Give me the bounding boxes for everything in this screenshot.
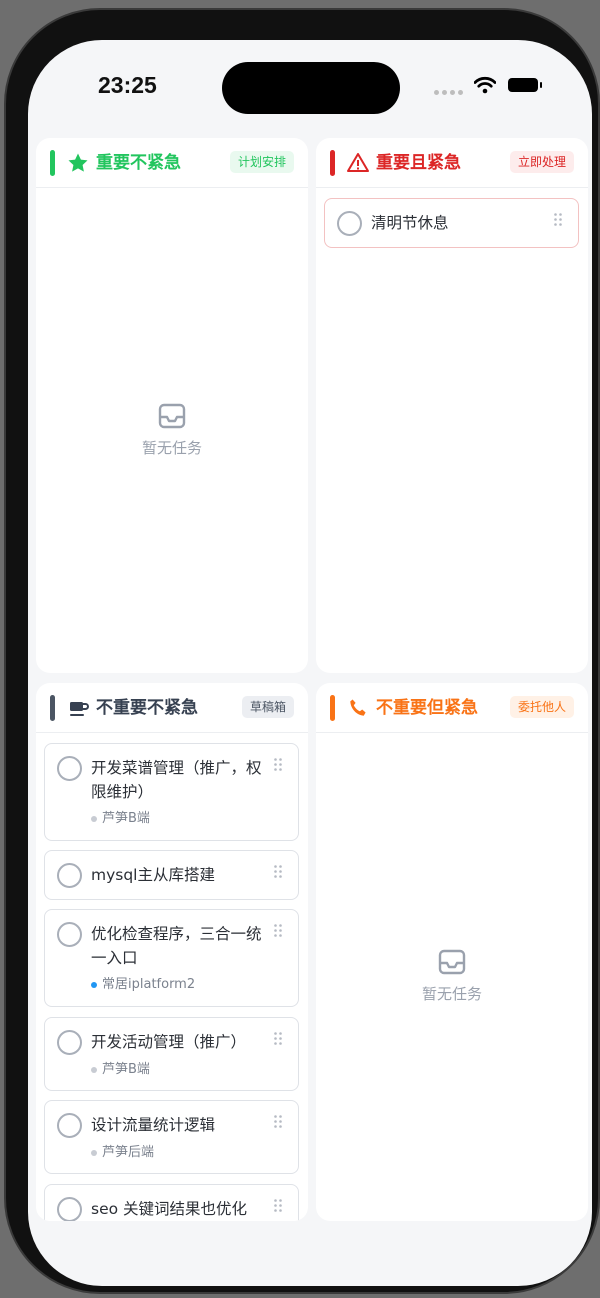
dynamic-island xyxy=(222,62,400,114)
task-card[interactable]: 开发活动管理（推广） 芦笋B端 xyxy=(44,1017,299,1091)
drag-handle-icon[interactable] xyxy=(274,924,282,937)
inbox-icon xyxy=(438,949,466,975)
app-screen: 23:25 重要不紧急 计划安排 暂无任务 重要且紧急 立即处理 清明节休息 不… xyxy=(28,40,592,1286)
drag-handle-icon[interactable] xyxy=(274,1115,282,1128)
drag-handle-icon[interactable] xyxy=(274,865,282,878)
tag-label: 芦笋后端 xyxy=(102,1145,155,1160)
empty-state: 暂无任务 xyxy=(36,403,308,458)
quadrant-title: 不重要不紧急 xyxy=(96,698,198,718)
complete-checkbox[interactable] xyxy=(57,1030,82,1055)
quadrant-not-important-urgent: 不重要但紧急 委托他人 暂无任务 xyxy=(316,683,588,1221)
tag-label: 芦笋B端 xyxy=(102,1062,150,1077)
quadrant-important-not-urgent: 重要不紧急 计划安排 暂无任务 xyxy=(36,138,308,673)
task-title: 开发菜谱管理（推广，权限维护） xyxy=(91,759,262,801)
accent-bar xyxy=(50,695,55,721)
tag-dot xyxy=(91,1150,97,1156)
task-title: 开发活动管理（推广） xyxy=(91,1033,247,1051)
quadrant-header: 不重要不紧急 草稿箱 xyxy=(36,683,308,733)
task-card[interactable]: 开发菜谱管理（推广，权限维护） 芦笋B端 xyxy=(44,743,299,841)
quadrant-badge: 计划安排 xyxy=(229,151,294,173)
tag-label: 常居iplatform2 xyxy=(102,977,196,992)
task-tag: 常居iplatform2 xyxy=(91,976,195,994)
task-title: seo 关键词结果也优化 xyxy=(91,1200,248,1218)
task-title: 设计流量统计逻辑 xyxy=(91,1116,216,1134)
battery-icon xyxy=(508,78,542,92)
task-tag: 芦笋后端 xyxy=(91,1144,154,1162)
accent-bar xyxy=(330,150,335,176)
task-title: 清明节休息 xyxy=(371,214,449,232)
drag-handle-icon[interactable] xyxy=(554,213,562,226)
quadrant-important-urgent: 重要且紧急 立即处理 清明节休息 xyxy=(316,138,588,673)
quadrant-badge: 委托他人 xyxy=(509,696,574,718)
task-title: 优化检查程序，三合一统一入口 xyxy=(91,925,262,967)
task-list[interactable]: 开发菜谱管理（推广，权限维护） 芦笋B端 mysql主从库搭建 优化检查程序，三… xyxy=(36,733,308,1221)
quadrant-title: 重要且紧急 xyxy=(376,153,461,173)
task-tag: 芦笋B端 xyxy=(91,810,150,828)
inbox-icon xyxy=(158,403,186,429)
signal-dots-icon xyxy=(434,90,463,95)
task-card[interactable]: 设计流量统计逻辑 芦笋后端 xyxy=(44,1100,299,1174)
drag-handle-icon[interactable] xyxy=(274,1032,282,1045)
empty-text: 暂无任务 xyxy=(421,985,482,1003)
drag-handle-icon[interactable] xyxy=(274,758,282,771)
status-time: 23:25 xyxy=(98,72,157,98)
quadrant-header: 重要不紧急 计划安排 xyxy=(36,138,308,188)
quadrant-header: 重要且紧急 立即处理 xyxy=(316,138,588,188)
drag-handle-icon[interactable] xyxy=(274,1199,282,1212)
status-bar: 23:25 xyxy=(28,40,592,130)
complete-checkbox[interactable] xyxy=(57,863,82,888)
star-icon xyxy=(68,153,88,172)
coffee-icon xyxy=(70,702,89,716)
task-tag: 芦笋B端 xyxy=(91,1061,150,1079)
task-title: mysql主从库搭建 xyxy=(91,866,215,884)
phone-icon xyxy=(350,699,366,716)
empty-state: 暂无任务 xyxy=(316,949,588,1004)
wifi-icon xyxy=(474,76,496,94)
quadrant-not-important-not-urgent: 不重要不紧急 草稿箱 开发菜谱管理（推广，权限维护） 芦笋B端 mysql主从库… xyxy=(36,683,308,1221)
tag-dot xyxy=(91,816,97,822)
quadrant-header: 不重要但紧急 委托他人 xyxy=(316,683,588,733)
empty-text: 暂无任务 xyxy=(141,439,202,457)
complete-checkbox[interactable] xyxy=(57,756,82,781)
accent-bar xyxy=(50,150,55,176)
tag-dot xyxy=(91,1067,97,1073)
quadrant-badge: 草稿箱 xyxy=(241,696,294,718)
warning-icon xyxy=(347,153,369,172)
task-card[interactable]: mysql主从库搭建 xyxy=(44,850,299,900)
phone-frame: 23:25 重要不紧急 计划安排 暂无任务 重要且紧急 立即处理 清明节休息 不… xyxy=(4,8,600,1294)
quadrant-badge: 立即处理 xyxy=(509,151,574,173)
task-card[interactable]: 优化检查程序，三合一统一入口 常居iplatform2 xyxy=(44,909,299,1007)
tag-dot xyxy=(91,982,97,988)
task-card[interactable]: 清明节休息 xyxy=(324,198,579,248)
quadrant-title: 重要不紧急 xyxy=(96,153,181,173)
task-card[interactable]: seo 关键词结果也优化 xyxy=(44,1184,299,1221)
complete-checkbox[interactable] xyxy=(57,1113,82,1138)
tag-label: 芦笋B端 xyxy=(102,811,150,826)
complete-checkbox[interactable] xyxy=(57,1197,82,1221)
accent-bar xyxy=(330,695,335,721)
complete-checkbox[interactable] xyxy=(57,922,82,947)
quadrant-title: 不重要但紧急 xyxy=(376,698,478,718)
complete-checkbox[interactable] xyxy=(337,211,362,236)
